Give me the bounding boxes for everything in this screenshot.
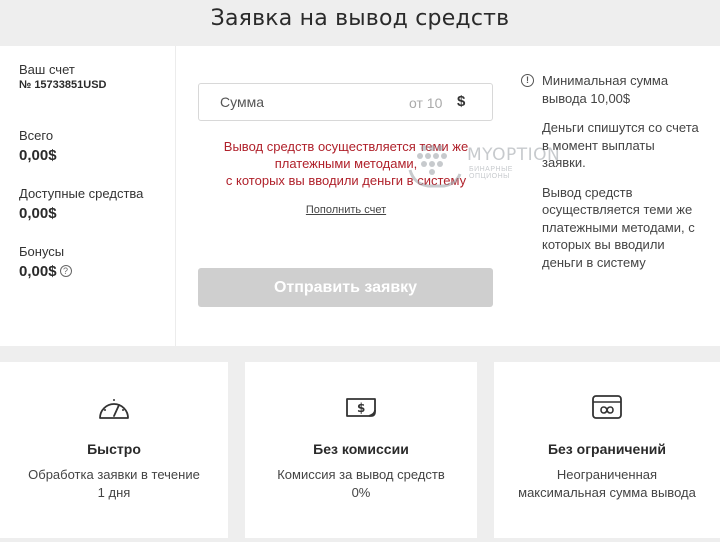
watermark-logo-icon (408, 145, 462, 188)
header: Заявка на вывод средств (0, 0, 720, 46)
money-card-icon: $ (346, 398, 376, 417)
total-value: 0,00$ (19, 147, 57, 164)
bonus-value-row: 0,00$? (19, 263, 72, 280)
feature-desc: Обработка заявки в течение 1 дня (28, 467, 200, 500)
feature-desc: Неограниченная максимальная сумма вывода (518, 467, 696, 500)
feature-title: Без ограничений (547, 441, 667, 457)
page-title: Заявка на вывод средств (210, 6, 510, 31)
info-column: ! Минимальная сумма вывода 10,00$ Деньги… (521, 72, 702, 283)
feature-title: Без комиссии (313, 441, 409, 457)
submit-request-button[interactable]: Отправить заявку (198, 268, 493, 307)
debit-note: Деньги спишутся со счета в момент выплат… (542, 120, 699, 170)
feature-card-no-fee: $ Без комиссии Комиссия за вывод средств… (245, 362, 477, 538)
min-amount-note: ! Минимальная сумма вывода 10,00$ (521, 72, 702, 107)
topup-link[interactable]: Пополнить счет (198, 204, 494, 216)
help-icon[interactable]: ? (59, 265, 72, 277)
currency-symbol: $ (457, 93, 466, 110)
speedometer-icon (99, 399, 129, 419)
available-value: 0,00$ (19, 205, 57, 222)
infinity-card-icon (592, 395, 622, 419)
total-label: Всего (19, 128, 54, 143)
svg-text:$: $ (357, 401, 365, 415)
available-label: Доступные средства (19, 186, 144, 201)
feature-card-no-limits: Без ограничений Неограниченная максималь… (494, 362, 720, 538)
feature-card-fast: Быстро Обработка заявки в течение 1 дня (0, 362, 228, 538)
feature-desc: Комиссия за вывод средств 0% (277, 467, 445, 500)
account-sidebar: Ваш счет № 15733851USD Всего 0,00$ Досту… (0, 46, 176, 346)
min-amount-text: Минимальная сумма вывода 10,00$ (542, 73, 669, 106)
amount-input[interactable] (220, 94, 370, 110)
bonus-value: 0,00$ (19, 263, 57, 280)
amount-field[interactable]: от 10 $ (198, 83, 493, 121)
bonus-label: Бонусы (19, 244, 65, 259)
amount-min-hint: от 10 (409, 95, 443, 111)
method-note: Вывод средств осуществляется теми же пла… (542, 184, 695, 270)
account-number: № 15733851USD (19, 79, 107, 91)
account-label: Ваш счет (19, 62, 75, 77)
feature-title: Быстро (87, 441, 141, 457)
info-icon: ! (521, 74, 534, 87)
